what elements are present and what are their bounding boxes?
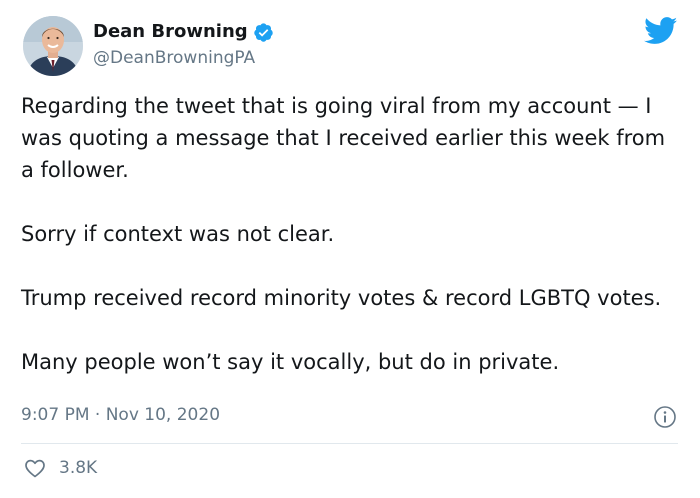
tweet-card: Dean Browning @DeanBrowningPA Regarding … bbox=[0, 0, 700, 498]
tweet-time[interactable]: 9:07 PM bbox=[21, 405, 90, 425]
tweet-paragraph: Many people won’t say it vocally, but do… bbox=[21, 350, 560, 374]
tweet-text: Regarding the tweet that is going viral … bbox=[21, 90, 681, 378]
avatar[interactable] bbox=[23, 16, 83, 76]
info-icon[interactable] bbox=[653, 405, 677, 429]
twitter-bird-icon[interactable] bbox=[644, 17, 678, 45]
verified-badge-icon bbox=[253, 22, 273, 42]
like-button[interactable]: 3.8K bbox=[23, 455, 97, 481]
heart-icon[interactable] bbox=[23, 456, 47, 480]
tweet-paragraph: Trump received record minority votes & r… bbox=[21, 286, 662, 310]
display-name[interactable]: Dean Browning bbox=[93, 20, 248, 44]
profile-photo bbox=[23, 16, 83, 76]
author-handle[interactable]: @DeanBrowningPA bbox=[93, 47, 255, 69]
tweet-date[interactable]: Nov 10, 2020 bbox=[106, 405, 220, 425]
tweet-paragraph: Regarding the tweet that is going viral … bbox=[21, 94, 666, 182]
timestamp-separator: · bbox=[94, 405, 106, 425]
author-name-row[interactable]: Dean Browning bbox=[93, 20, 274, 44]
tweet-paragraph: Sorry if context was not clear. bbox=[21, 222, 335, 246]
like-count: 3.8K bbox=[59, 458, 98, 478]
divider bbox=[21, 443, 678, 444]
tweet-timestamp[interactable]: 9:07 PM · Nov 10, 2020 bbox=[21, 402, 220, 428]
